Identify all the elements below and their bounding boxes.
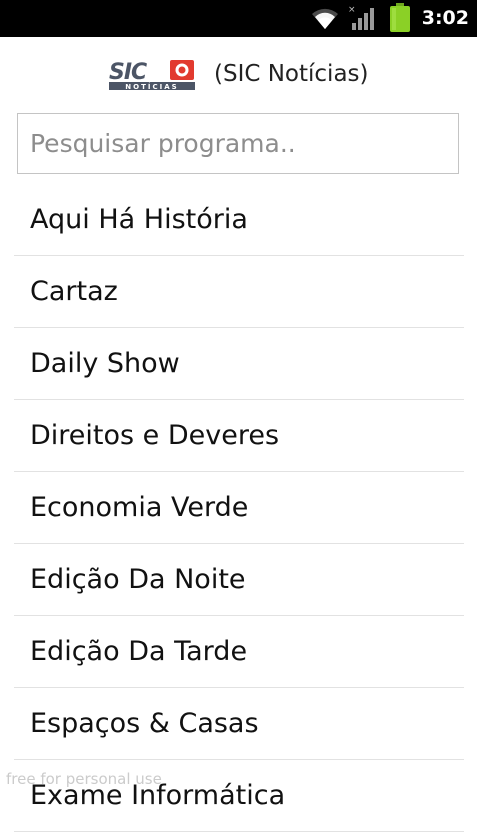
header: SIC NOTÍCIAS (SIC Notícias): [0, 37, 477, 113]
watermark: free for personal use: [6, 770, 162, 788]
wifi-icon: [312, 8, 338, 29]
list-item[interactable]: Daily Show: [14, 328, 464, 400]
list-item[interactable]: Economia Verde: [14, 472, 464, 544]
search-box[interactable]: [17, 113, 459, 174]
list-item-label: Espaços & Casas: [30, 708, 259, 739]
list-item[interactable]: Edição Da Tarde: [14, 616, 464, 688]
channel-title: (SIC Notícias): [214, 61, 369, 87]
list-item-label: Direitos e Deveres: [30, 420, 280, 451]
list-item[interactable]: Edição Da Noite: [14, 544, 464, 616]
svg-text:×: ×: [348, 5, 356, 15]
list-item-label: Daily Show: [30, 348, 180, 379]
battery-icon: [390, 3, 410, 32]
list-item[interactable]: Aqui Há História: [14, 184, 464, 256]
signal-icon: ×: [348, 5, 374, 30]
list-item-label: Economia Verde: [30, 492, 249, 523]
list-item-label: Edição Da Tarde: [30, 636, 248, 667]
list-item-label: Edição Da Noite: [30, 564, 246, 595]
program-list: Aqui Há História Cartaz Daily Show Direi…: [14, 184, 464, 832]
list-item-label: Aqui Há História: [30, 204, 248, 235]
list-item[interactable]: Direitos e Deveres: [14, 400, 464, 472]
list-item-label: Cartaz: [30, 276, 118, 307]
logo-subtext: NOTÍCIAS: [125, 82, 178, 91]
list-item[interactable]: Espaços & Casas: [14, 688, 464, 760]
sic-noticias-logo: SIC NOTÍCIAS: [109, 60, 195, 91]
status-time: 3:02: [421, 7, 469, 29]
svg-text:SIC: SIC: [109, 60, 147, 85]
status-bar: × 3:02: [0, 0, 477, 37]
list-item[interactable]: Cartaz: [14, 256, 464, 328]
search-input[interactable]: [30, 114, 450, 173]
